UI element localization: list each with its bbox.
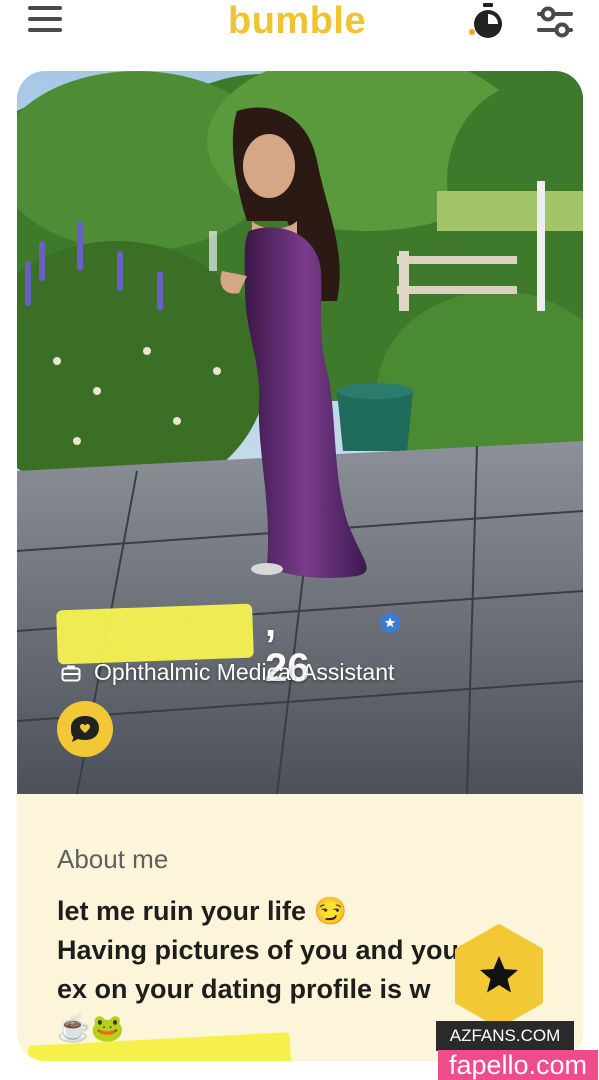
app-logo: bumble bbox=[228, 0, 367, 42]
filter-sliders-icon[interactable] bbox=[535, 2, 575, 42]
watermark-azfans: AZFANS.COM bbox=[436, 1021, 574, 1051]
job-title: Ophthalmic Medical Assistant bbox=[94, 659, 395, 685]
superswipe-button[interactable] bbox=[453, 924, 545, 1028]
about-title: About me bbox=[57, 844, 169, 874]
hamburger-menu-icon[interactable] bbox=[28, 6, 62, 36]
top-bar: bumble bbox=[0, 0, 599, 60]
verified-badge-icon bbox=[379, 612, 401, 634]
name-redaction bbox=[56, 603, 254, 665]
stopwatch-icon[interactable] bbox=[468, 2, 508, 42]
compliment-button[interactable] bbox=[57, 701, 113, 757]
briefcase-icon bbox=[61, 665, 81, 682]
profile-card[interactable]: , 26 Ophthalmic Medical Assistant About … bbox=[17, 71, 583, 1061]
watermark-fapello: fapello.com bbox=[438, 1050, 598, 1080]
compliment-chat-icon bbox=[71, 716, 99, 742]
